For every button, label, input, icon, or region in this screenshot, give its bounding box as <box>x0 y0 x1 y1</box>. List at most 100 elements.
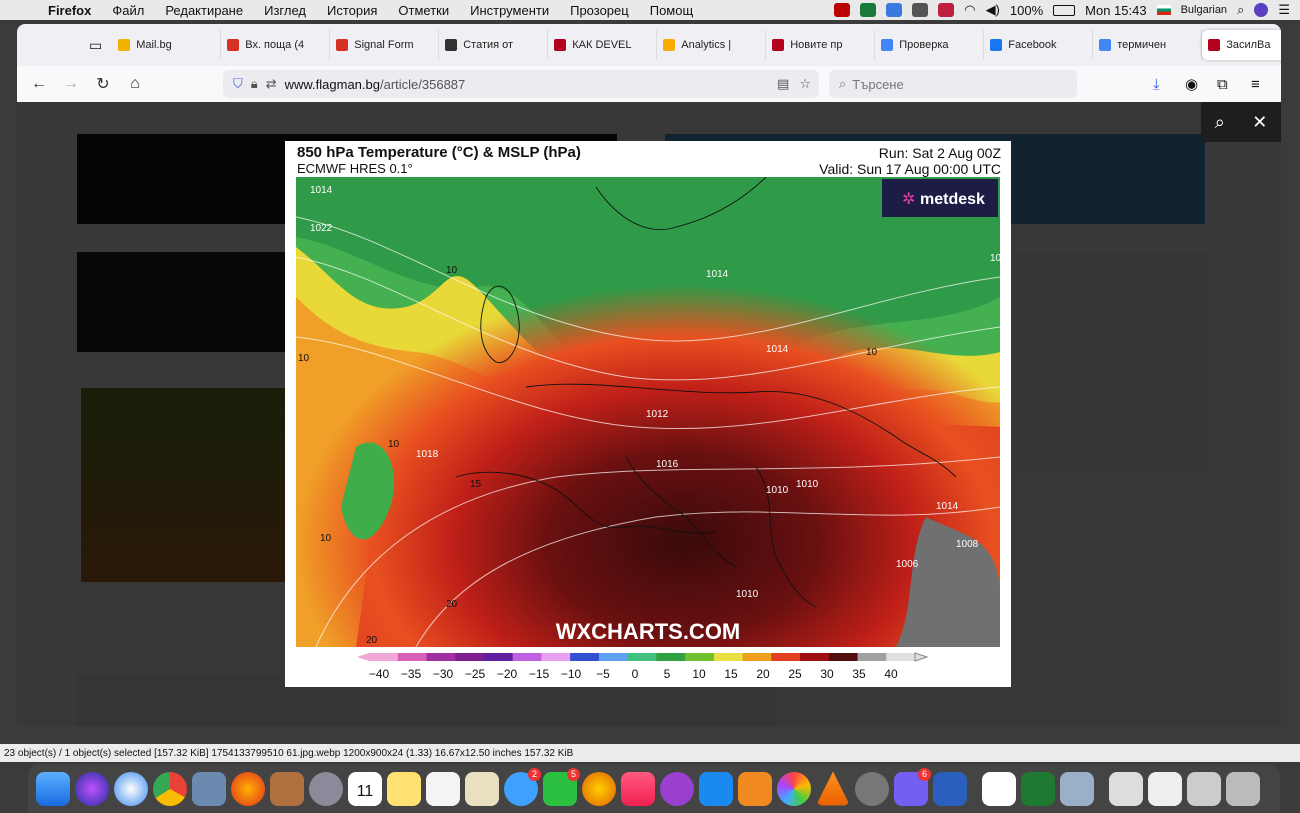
tab-gmail-signal[interactable]: Signal Form <box>330 30 440 60</box>
tab-strip: ▭ Mail.bg Вх. поща (4 Signal Form Статия… <box>17 24 1281 66</box>
tray-app-icon[interactable] <box>938 3 955 17</box>
vlc-icon[interactable] <box>816 771 850 806</box>
downloads-icon[interactable]: ⤓ <box>1153 76 1160 93</box>
viber-badge: 6 <box>917 767 931 781</box>
trash-icon[interactable] <box>1226 771 1260 806</box>
safari-icon[interactable] <box>114 771 148 806</box>
menu-file[interactable]: Файл <box>112 3 144 18</box>
close-lightbox-icon[interactable]: ✕ <box>1252 112 1267 133</box>
search-bar[interactable]: ⌕ Търсене <box>829 70 1077 98</box>
messages-icon[interactable]: 2 <box>504 767 541 806</box>
account-icon[interactable]: ◉ <box>1185 75 1198 93</box>
image-viewer-icon[interactable] <box>1060 771 1094 806</box>
launchpad-icon[interactable] <box>309 771 343 806</box>
mslp-label: 1010 <box>990 253 1000 264</box>
bookmark-star-icon[interactable]: ☆ <box>799 76 811 92</box>
mslp-label: 1014 <box>706 269 729 280</box>
tab-analytics[interactable]: Analytics | <box>657 30 767 60</box>
tab-novite[interactable]: Новите пр <box>766 30 876 60</box>
app-menu-icon[interactable]: ≡ <box>1251 76 1260 93</box>
tab-proverka[interactable]: Проверка <box>875 30 985 60</box>
keyboard-viewer-icon[interactable] <box>1109 771 1143 806</box>
forward-button[interactable]: → <box>55 75 87 93</box>
finder-icon[interactable] <box>36 771 70 806</box>
photo-app-icon[interactable] <box>582 771 616 806</box>
app-store-icon[interactable] <box>699 771 733 806</box>
teamviewer-icon[interactable] <box>982 771 1016 806</box>
menu-tools[interactable]: Инструменти <box>470 3 549 18</box>
colorbar-swatch <box>656 653 686 661</box>
word-icon[interactable] <box>933 771 967 806</box>
viber-icon[interactable]: 6 <box>894 767 931 806</box>
photos-icon[interactable] <box>777 771 811 806</box>
home-button[interactable]: ⌂ <box>119 75 151 93</box>
notes-icon[interactable] <box>387 771 421 806</box>
tray-app-icon[interactable] <box>886 3 903 17</box>
menu-window[interactable]: Прозорец <box>570 3 629 18</box>
contacts-icon[interactable] <box>270 771 304 806</box>
tray-app-icon[interactable] <box>912 3 929 17</box>
weather-chart-image[interactable]: 850 hPa Temperature (°C) & MSLP (hPa) EC… <box>285 141 1011 687</box>
colorbar-tick-label: −35 <box>401 667 422 681</box>
firefox-icon[interactable] <box>231 771 265 806</box>
podcasts-icon[interactable] <box>660 771 694 806</box>
maps-icon[interactable] <box>465 771 499 806</box>
menu-app-name[interactable]: Firefox <box>48 3 91 18</box>
tab-mail-bg[interactable]: Mail.bg <box>112 30 222 60</box>
search-input[interactable]: Търсене <box>852 77 903 92</box>
file-icon[interactable] <box>1187 771 1221 806</box>
tray-app-icon[interactable] <box>860 3 877 17</box>
reader-view-icon[interactable]: ▤ <box>777 76 789 92</box>
extensions-icon[interactable]: ⧉ <box>1217 76 1228 93</box>
reload-button[interactable]: ↻ <box>87 74 119 94</box>
document-icon[interactable] <box>1148 771 1182 806</box>
spotlight-icon[interactable]: ⌕ <box>1237 2 1244 18</box>
tab-gmail-inbox[interactable]: Вх. поща (4 <box>221 30 331 60</box>
facetime-icon[interactable]: 5 <box>543 767 580 806</box>
battery-icon[interactable] <box>1053 4 1076 16</box>
dock: 11 2 5 6 <box>28 764 1280 813</box>
chrome-icon[interactable] <box>153 771 187 806</box>
back-button[interactable]: ← <box>23 75 55 93</box>
system-preferences-icon[interactable] <box>855 771 889 806</box>
colorbar-swatch <box>397 653 427 661</box>
permissions-icon[interactable]: ⇄ <box>266 76 277 92</box>
colorbar: −40 −35 −30 −25 −20 −15 −10 −5 0 5 10 15 20 25 30 35 40 <box>357 652 929 681</box>
input-language[interactable]: Bulgarian <box>1181 4 1227 16</box>
tray-app-icon[interactable] <box>834 3 851 17</box>
wifi-icon[interactable]: ◠ <box>964 2 975 18</box>
tab-overview-icon[interactable]: ▭ <box>89 37 102 54</box>
tab-active[interactable]: ЗасилВа✕ <box>1202 30 1281 60</box>
clock[interactable]: Mon 15:43 <box>1085 3 1146 18</box>
menu-bookmarks[interactable]: Отметки <box>398 3 449 18</box>
colorbar-swatch <box>800 653 830 661</box>
menu-history[interactable]: История <box>327 3 377 18</box>
tab-kak-devel[interactable]: КАК DEVEL <box>548 30 658 60</box>
lock-icon[interactable]: 🔒︎ <box>251 76 258 92</box>
url-bar[interactable]: ⛉ 🔒︎ ⇄ www.flagman.bg/article/356887 ▤ ☆ <box>223 70 819 98</box>
colorbar-swatch <box>713 653 744 661</box>
zoom-search-icon[interactable]: ⌕ <box>1215 112 1225 133</box>
metdesk-logo: metdesk <box>920 191 985 208</box>
books-icon[interactable] <box>738 771 772 806</box>
tab-facebook[interactable]: Facebook <box>984 30 1094 60</box>
volume-icon[interactable]: ◀) <box>986 2 1000 18</box>
siri-dock-icon[interactable] <box>75 771 109 806</box>
control-center-icon[interactable]: ☰ <box>1278 2 1290 18</box>
tracking-protection-icon[interactable]: ⛉ <box>233 76 243 92</box>
tab-article[interactable]: Статия от <box>439 30 549 60</box>
music-icon[interactable] <box>621 771 655 806</box>
edit-app-icon[interactable] <box>1021 771 1055 806</box>
menu-edit[interactable]: Редактиране <box>165 3 243 18</box>
siri-icon[interactable] <box>1254 3 1269 17</box>
menu-help[interactable]: Помощ <box>650 3 693 18</box>
temperature-label: 20 <box>366 635 378 646</box>
calendar-icon[interactable]: 11 <box>348 771 382 806</box>
colorbar-tick-label: 0 <box>632 667 639 681</box>
navigation-toolbar: ← → ↻ ⌂ ⛉ 🔒︎ ⇄ www.flagman.bg/article/35… <box>17 66 1281 103</box>
colorbar-swatch <box>455 653 485 661</box>
menu-view[interactable]: Изглед <box>264 3 306 18</box>
preview-icon[interactable] <box>192 771 226 806</box>
tab-google-search[interactable]: термичен <box>1093 30 1203 60</box>
reminders-icon[interactable] <box>426 771 460 806</box>
